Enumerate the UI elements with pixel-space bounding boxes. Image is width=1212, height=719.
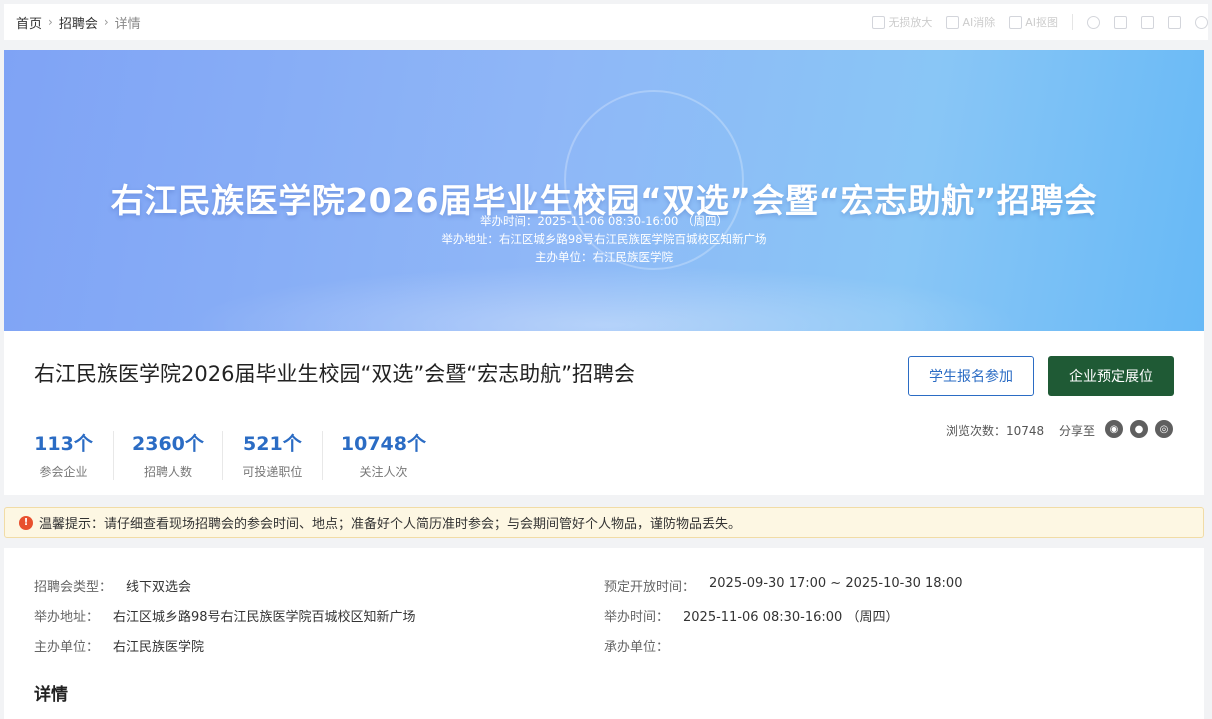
breadcrumb-home[interactable]: 首页 xyxy=(16,13,42,32)
ai-cutout-label: AI抠图 xyxy=(1025,16,1058,29)
stat-followers: 10748个 关注人次 xyxy=(323,431,444,480)
detail-booking-label: 预定开放时间： xyxy=(604,580,696,595)
detail-host-value: 右江民族医学院 xyxy=(113,640,205,655)
detail-booking-value: 2025-09-30 17:00 ~ 2025-10-30 18:00 xyxy=(709,576,963,591)
details-section-heading: 详情 xyxy=(34,685,68,705)
student-register-button[interactable]: 学生报名参加 xyxy=(908,356,1034,396)
wechat-icon[interactable]: ◉ xyxy=(1105,420,1123,438)
warning-icon: ! xyxy=(19,515,33,530)
stat-label: 可投递职位 xyxy=(242,465,303,479)
wand-icon xyxy=(1009,15,1023,29)
weibo-icon[interactable]: ◎ xyxy=(1155,420,1173,438)
warm-tip-text: 温馨提示：请仔细查看现场招聘会的参会时间、地点；准备好个人简历准时参会；与会期间… xyxy=(39,517,742,532)
view-count: 浏览次数：10748 xyxy=(946,424,1045,438)
stat-label: 招聘人数 xyxy=(143,465,192,479)
banner-host: 主办单位：右江民族医学院 xyxy=(535,250,673,264)
stat-value: 521个 xyxy=(243,433,302,455)
stat-positions: 521个 可投递职位 xyxy=(223,431,323,480)
banner: 右江民族医学院2026届毕业生校园“双选”会暨“宏志助航”招聘会 举办时间：20… xyxy=(4,50,1204,331)
stat-label: 参会企业 xyxy=(39,465,88,479)
detail-type: 招聘会类型： 线下双选会 xyxy=(34,576,191,595)
lossless-zoom-label: 无损放大 xyxy=(888,16,933,29)
stat-value: 113个 xyxy=(34,433,93,455)
fair-title: 右江民族医学院2026届毕业生校园“双选”会暨“宏志助航”招聘会 xyxy=(34,362,635,386)
breadcrumb-current: 详情 xyxy=(114,16,141,32)
ai-cutout-button[interactable]: AI抠图 xyxy=(1009,14,1058,30)
detail-booking-time: 预定开放时间： 2025-09-30 17:00 ~ 2025-10-30 18… xyxy=(604,576,962,595)
chevron-right-icon: › xyxy=(48,15,53,29)
banner-decoration-glow xyxy=(184,265,1024,331)
detail-host: 主办单位： 右江民族医学院 xyxy=(34,636,204,655)
detail-time-value: 2025-11-06 08:30-16:00 （周四） xyxy=(683,610,899,625)
ai-erase-label: AI消除 xyxy=(962,16,996,29)
detail-time-label: 举办时间： xyxy=(604,610,670,625)
pin-icon[interactable] xyxy=(1087,15,1100,29)
fair-stats: 113个 参会企业 2360个 招聘人数 521个 可投递职位 10748个 关… xyxy=(14,431,444,480)
chevron-right-icon: › xyxy=(103,15,109,29)
fair-details: 招聘会类型： 线下双选会 举办地址： 右江区城乡路98号右江民族医学院百城校区知… xyxy=(4,548,1204,719)
stat-value: 2360个 xyxy=(132,433,204,455)
detail-address: 举办地址： 右江区城乡路98号右江民族医学院百城校区知新广场 xyxy=(34,606,416,625)
picture-icon[interactable] xyxy=(1114,15,1127,29)
stat-value: 10748个 xyxy=(340,433,426,455)
detail-organizer-label: 承办单位： xyxy=(604,640,670,655)
stat-hires: 2360个 招聘人数 xyxy=(114,431,223,480)
detail-organizer: 承办单位： xyxy=(604,636,683,655)
detail-host-label: 主办单位： xyxy=(34,640,100,655)
stat-label: 关注人次 xyxy=(359,465,408,479)
stat-companies: 113个 参会企业 xyxy=(14,431,114,480)
toolbar-divider xyxy=(1072,14,1073,30)
detail-address-value: 右江区城乡路98号右江民族医学院百城校区知新广场 xyxy=(113,610,416,625)
image-icon xyxy=(872,15,886,29)
eraser-icon xyxy=(946,15,960,29)
detail-type-value: 线下双选会 xyxy=(126,580,192,595)
settings-icon[interactable] xyxy=(1195,15,1208,29)
banner-time: 举办时间：2025-11-06 08:30-16:00 （周四） xyxy=(479,214,729,228)
warm-tip-banner: ! 温馨提示：请仔细查看现场招聘会的参会时间、地点；准备好个人简历准时参会；与会… xyxy=(4,507,1204,538)
ai-erase-button[interactable]: AI消除 xyxy=(946,14,995,30)
company-book-booth-button[interactable]: 企业预定展位 xyxy=(1048,356,1174,396)
crop-icon[interactable] xyxy=(1141,15,1154,29)
image-toolbar: 无损放大 AI消除 AI抠图 xyxy=(872,4,1212,40)
lossless-zoom-button[interactable]: 无损放大 xyxy=(872,14,932,30)
fair-summary-card: 右江民族医学院2026届毕业生校园“双选”会暨“宏志助航”招聘会 113个 参会… xyxy=(4,331,1204,495)
detail-type-label: 招聘会类型： xyxy=(34,580,113,595)
qq-icon[interactable]: ● xyxy=(1130,420,1148,438)
detail-address-label: 举办地址： xyxy=(34,610,100,625)
share-label: 分享至 xyxy=(1059,424,1096,438)
banner-address: 举办地址：右江区城乡路98号右江民族医学院百城校区知新广场 xyxy=(441,232,767,246)
download-icon[interactable] xyxy=(1168,15,1181,29)
breadcrumb-job-fair[interactable]: 招聘会 xyxy=(59,13,98,32)
detail-time: 举办时间： 2025-11-06 08:30-16:00 （周四） xyxy=(604,606,898,625)
